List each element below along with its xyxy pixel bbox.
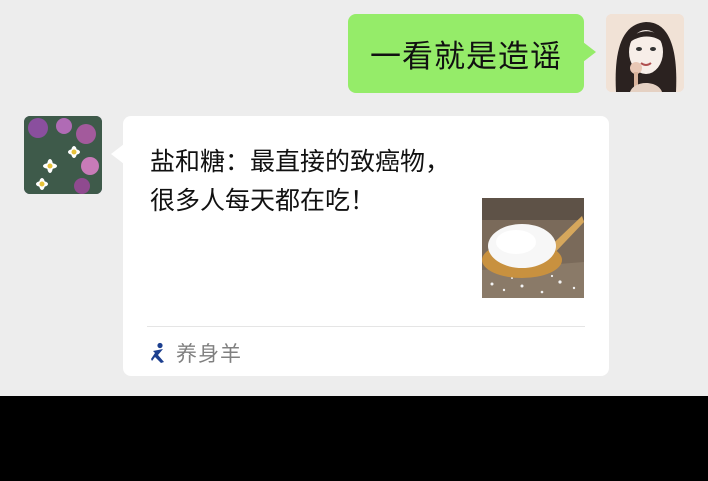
outgoing-message-bubble[interactable]: 一看就是造谣 bbox=[348, 14, 596, 93]
salt-spoon-icon bbox=[482, 198, 584, 298]
card-divider bbox=[147, 326, 585, 327]
source-logo-icon bbox=[151, 342, 164, 363]
article-title-line-1: 盐和糖：最直接的致癌物， bbox=[150, 147, 451, 176]
woman-portrait-icon bbox=[606, 14, 684, 92]
shared-article-card[interactable]: 盐和糖：最直接的致癌物， 很多人每天都在吃！ 养身羊 bbox=[111, 116, 609, 376]
article-source[interactable]: 养身羊 bbox=[150, 338, 242, 368]
chat-area: 一看就是造谣 盐和糖：最直接的致癌物， 很多人每天都在吃！ 养身羊 bbox=[0, 0, 708, 396]
self-avatar[interactable] bbox=[606, 14, 684, 92]
bottom-black-band bbox=[0, 396, 708, 481]
source-name: 养身羊 bbox=[176, 342, 242, 366]
flowers-icon bbox=[24, 116, 102, 194]
outgoing-message-text: 一看就是造谣 bbox=[370, 39, 562, 75]
article-thumbnail bbox=[482, 198, 584, 298]
contact-avatar[interactable] bbox=[24, 116, 102, 194]
